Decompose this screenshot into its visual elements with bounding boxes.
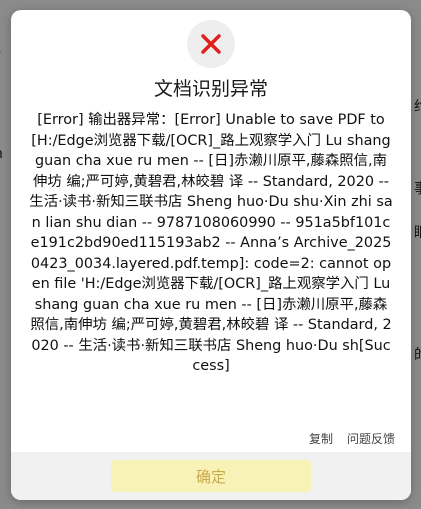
dialog-links: 复制 问题反馈 <box>295 430 395 447</box>
dialog-title: 文档识别异常 <box>153 78 268 100</box>
ok-button[interactable]: 确定 <box>111 460 311 492</box>
dialog-footer: 确定 <box>11 452 411 500</box>
error-icon-badge <box>187 20 235 68</box>
feedback-link[interactable]: 问题反馈 <box>347 432 395 446</box>
error-dialog: 文档识别异常 [Error] 输出器异常：[Error] Unable to s… <box>11 10 411 500</box>
error-message: [Error] 输出器异常：[Error] Unable to save PDF… <box>29 112 393 374</box>
copy-link[interactable]: 复制 <box>309 432 333 446</box>
close-icon <box>201 34 221 54</box>
